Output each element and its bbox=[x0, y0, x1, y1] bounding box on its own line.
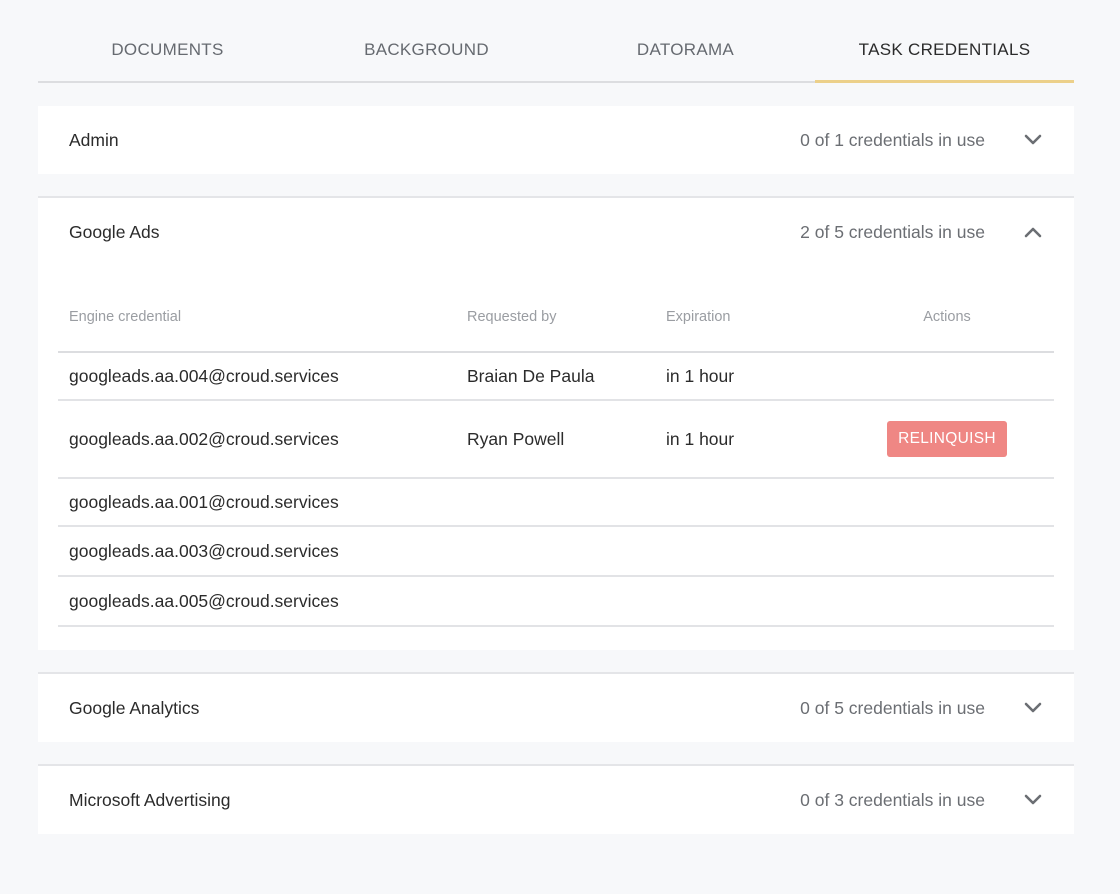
expiration: in 1 hour bbox=[666, 400, 866, 479]
tab-datorama[interactable]: DATORAMA bbox=[556, 18, 815, 81]
actions-cell bbox=[866, 576, 1054, 627]
panel-title: Google Ads bbox=[69, 221, 160, 242]
actions-cell: RELINQUISH bbox=[866, 400, 1054, 479]
column-header-requested-by: Requested by bbox=[467, 266, 666, 353]
table-row: googleads.aa.005@croud.services bbox=[58, 576, 1054, 627]
requested-by: Braian De Paula bbox=[467, 352, 666, 401]
panel-title: Admin bbox=[69, 129, 119, 150]
requested-by bbox=[467, 576, 666, 627]
credentials-table: Engine credential Requested by Expiratio… bbox=[58, 266, 1054, 627]
panel-google-ads: Google Ads 2 of 5 credentials in use Eng… bbox=[38, 196, 1074, 650]
column-header-engine-credential: Engine credential bbox=[58, 266, 467, 353]
panel-google-ads-header[interactable]: Google Ads 2 of 5 credentials in use bbox=[38, 198, 1074, 266]
chevron-down-icon[interactable] bbox=[1023, 130, 1043, 150]
requested-by: Ryan Powell bbox=[467, 400, 666, 479]
actions-cell bbox=[866, 352, 1054, 401]
tab-documents[interactable]: DOCUMENTS bbox=[38, 18, 297, 81]
panel-google-analytics: Google Analytics 0 of 5 credentials in u… bbox=[38, 672, 1074, 742]
table-row: googleads.aa.001@croud.services bbox=[58, 478, 1054, 527]
expiration bbox=[666, 526, 866, 577]
panel-microsoft-advertising-header[interactable]: Microsoft Advertising 0 of 3 credentials… bbox=[38, 766, 1074, 834]
credential-email: googleads.aa.001@croud.services bbox=[58, 478, 467, 527]
tab-bar: DOCUMENTS BACKGROUND DATORAMA TASK CREDE… bbox=[38, 18, 1074, 83]
panel-admin: Admin 0 of 1 credentials in use bbox=[38, 106, 1074, 174]
credentials-count: 0 of 3 credentials in use bbox=[800, 789, 985, 810]
table-row: googleads.aa.003@croud.services bbox=[58, 526, 1054, 577]
tab-background[interactable]: BACKGROUND bbox=[297, 18, 556, 81]
panel-microsoft-advertising: Microsoft Advertising 0 of 3 credentials… bbox=[38, 764, 1074, 834]
panel-admin-header[interactable]: Admin 0 of 1 credentials in use bbox=[38, 106, 1074, 174]
credentials-count: 2 of 5 credentials in use bbox=[800, 221, 985, 242]
chevron-down-icon[interactable] bbox=[1023, 790, 1043, 810]
credential-email: googleads.aa.003@croud.services bbox=[58, 526, 467, 577]
panel-title: Microsoft Advertising bbox=[69, 789, 231, 810]
expiration: in 1 hour bbox=[666, 352, 866, 401]
table-header-row: Engine credential Requested by Expiratio… bbox=[58, 266, 1054, 353]
credential-email: googleads.aa.004@croud.services bbox=[58, 352, 467, 401]
table-row: googleads.aa.004@croud.services Braian D… bbox=[58, 352, 1054, 401]
credential-email: googleads.aa.002@croud.services bbox=[58, 400, 467, 479]
panel-google-analytics-header[interactable]: Google Analytics 0 of 5 credentials in u… bbox=[38, 674, 1074, 742]
credentials-count: 0 of 1 credentials in use bbox=[800, 129, 985, 150]
chevron-down-icon[interactable] bbox=[1023, 698, 1043, 718]
relinquish-button[interactable]: RELINQUISH bbox=[887, 421, 1007, 457]
actions-cell bbox=[866, 526, 1054, 577]
column-header-expiration: Expiration bbox=[666, 266, 866, 353]
panel-title: Google Analytics bbox=[69, 697, 200, 718]
expiration bbox=[666, 478, 866, 527]
actions-cell bbox=[866, 478, 1054, 527]
credential-email: googleads.aa.005@croud.services bbox=[58, 576, 467, 627]
column-header-actions: Actions bbox=[866, 266, 1054, 353]
table-row: googleads.aa.002@croud.services Ryan Pow… bbox=[58, 400, 1054, 479]
tab-task-credentials[interactable]: TASK CREDENTIALS bbox=[815, 18, 1074, 83]
requested-by bbox=[467, 478, 666, 527]
credentials-count: 0 of 5 credentials in use bbox=[800, 697, 985, 718]
chevron-up-icon[interactable] bbox=[1023, 222, 1043, 242]
expiration bbox=[666, 576, 866, 627]
requested-by bbox=[467, 526, 666, 577]
